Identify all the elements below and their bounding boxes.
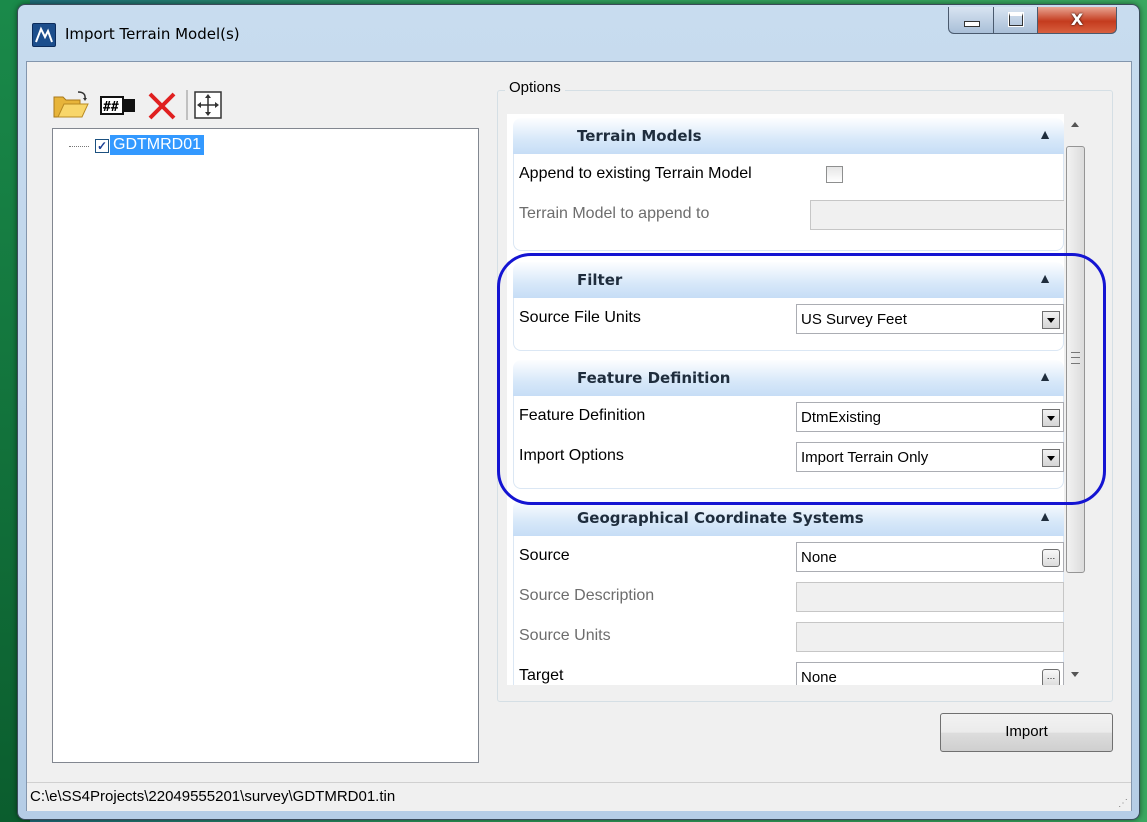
status-bar: C:\e\SS4Projects\22049555201\survey\GDTM…: [27, 782, 1131, 811]
window-title: Import Terrain Model(s): [65, 25, 240, 43]
feature-definition-combo[interactable]: DtmExisting: [796, 402, 1064, 432]
row-import-options: Import Options Import Terrain Only: [514, 436, 1064, 476]
append-label: Append to existing Terrain Model: [519, 165, 752, 182]
section-header[interactable]: Filter ▲: [513, 262, 1064, 298]
maximize-button[interactable]: [993, 7, 1038, 34]
browse-ellipsis-icon[interactable]: …: [1042, 669, 1060, 685]
close-icon: X: [1070, 10, 1084, 29]
section-body: Source None … Source Description Source …: [513, 536, 1064, 685]
section-header[interactable]: Feature Definition ▲: [513, 360, 1064, 396]
row-source-units: Source Units: [514, 616, 1064, 656]
append-target-label: Terrain Model to append to: [519, 205, 710, 222]
row-source-units: Source File Units US Survey Feet: [514, 298, 1064, 338]
toolbar-separator: [186, 90, 188, 120]
section-title: Feature Definition: [577, 369, 731, 387]
section-header[interactable]: Geographical Coordinate Systems ▲: [513, 500, 1064, 536]
source-description-label: Source Description: [519, 587, 655, 604]
section-body: Source File Units US Survey Feet: [513, 298, 1064, 351]
dropdown-arrow-icon[interactable]: [1042, 409, 1060, 427]
source-label: Source: [519, 547, 570, 564]
resize-grip-icon[interactable]: ⋰: [1118, 798, 1128, 809]
section-body: Feature Definition DtmExisting Import Op…: [513, 396, 1064, 489]
field-value: None: [801, 669, 837, 685]
section-title: Geographical Coordinate Systems: [577, 509, 864, 527]
minimize-icon: [964, 21, 980, 27]
maximize-icon: [1008, 12, 1024, 27]
status-file-path: C:\e\SS4Projects\22049555201\survey\GDTM…: [30, 788, 396, 805]
combo-value: Import Terrain Only: [801, 449, 929, 466]
section-geographical-coordinate-systems: Geographical Coordinate Systems ▲ Source…: [513, 500, 1064, 685]
dropdown-arrow-icon[interactable]: [1042, 311, 1060, 329]
grid-icon[interactable]: ##: [99, 90, 137, 120]
tree-item-label[interactable]: GDTMRD01: [110, 135, 205, 155]
collapse-chevron-icon[interactable]: ▲: [1038, 126, 1052, 142]
source-file-units-label: Source File Units: [519, 309, 641, 326]
combo-value: DtmExisting: [801, 409, 882, 426]
section-body: Append to existing Terrain Model Terrain…: [513, 154, 1064, 251]
import-dialog: Import Terrain Model(s) X ## ✓ GDTMRD01 …: [17, 4, 1140, 820]
section-terrain-models: Terrain Models ▲ Append to existing Terr…: [513, 118, 1064, 251]
combo-value: US Survey Feet: [801, 311, 907, 328]
section-filter: Filter ▲ Source File Units US Survey Fee…: [513, 262, 1064, 351]
row-source: Source None …: [514, 536, 1064, 576]
tree-item-checkbox[interactable]: ✓: [95, 139, 109, 153]
tree-toolbar: ##: [52, 82, 477, 128]
append-target-field: [810, 200, 1064, 230]
svg-text:##: ##: [103, 100, 119, 115]
section-title: Filter: [577, 271, 623, 289]
collapse-chevron-icon[interactable]: ▲: [1038, 508, 1052, 524]
close-button[interactable]: X: [1037, 7, 1117, 34]
dialog-client: ## ✓ GDTMRD01 Options Terrain Models ▲ A…: [26, 61, 1132, 811]
row-append-target: Terrain Model to append to: [514, 194, 1064, 234]
options-title: Options: [505, 79, 565, 96]
target-field[interactable]: None …: [796, 662, 1064, 685]
row-target: Target None …: [514, 656, 1064, 685]
options-scrollbar[interactable]: [1064, 114, 1086, 685]
source-file-units-combo[interactable]: US Survey Feet: [796, 304, 1064, 334]
source-field[interactable]: None …: [796, 542, 1064, 572]
feature-definition-label: Feature Definition: [519, 407, 646, 424]
fit-view-icon[interactable]: [192, 90, 226, 120]
import-options-label: Import Options: [519, 447, 624, 464]
section-feature-definition: Feature Definition ▲ Feature Definition …: [513, 360, 1064, 489]
browse-ellipsis-icon[interactable]: …: [1042, 549, 1060, 567]
grip-icon: [1071, 352, 1080, 364]
row-feature-definition: Feature Definition DtmExisting: [514, 396, 1064, 436]
import-options-combo[interactable]: Import Terrain Only: [796, 442, 1064, 472]
collapse-chevron-icon[interactable]: ▲: [1038, 270, 1052, 286]
options-scroll-area: Terrain Models ▲ Append to existing Terr…: [507, 114, 1064, 685]
scroll-down-icon[interactable]: [1064, 665, 1086, 685]
source-units-field: [796, 622, 1064, 652]
collapse-chevron-icon[interactable]: ▲: [1038, 368, 1052, 384]
import-button[interactable]: Import: [940, 713, 1113, 752]
source-description-field: [796, 582, 1064, 612]
app-icon: [32, 23, 56, 47]
section-header[interactable]: Terrain Models ▲: [513, 118, 1064, 154]
open-folder-icon[interactable]: [52, 90, 90, 120]
row-append: Append to existing Terrain Model: [514, 154, 1063, 194]
section-title: Terrain Models: [577, 127, 702, 145]
scroll-up-icon[interactable]: [1064, 114, 1086, 134]
source-units-label: Source Units: [519, 627, 611, 644]
scroll-thumb[interactable]: [1066, 146, 1085, 573]
terrain-tree[interactable]: ✓ GDTMRD01: [52, 128, 479, 763]
field-value: None: [801, 549, 837, 566]
title-bar[interactable]: Import Terrain Model(s) X: [18, 5, 1139, 61]
dropdown-arrow-icon[interactable]: [1042, 449, 1060, 467]
row-source-description: Source Description: [514, 576, 1064, 616]
target-label: Target: [519, 667, 564, 684]
minimize-button[interactable]: [948, 7, 994, 34]
tree-connector: [69, 146, 89, 147]
append-checkbox[interactable]: [826, 166, 843, 183]
delete-icon[interactable]: [146, 90, 178, 120]
